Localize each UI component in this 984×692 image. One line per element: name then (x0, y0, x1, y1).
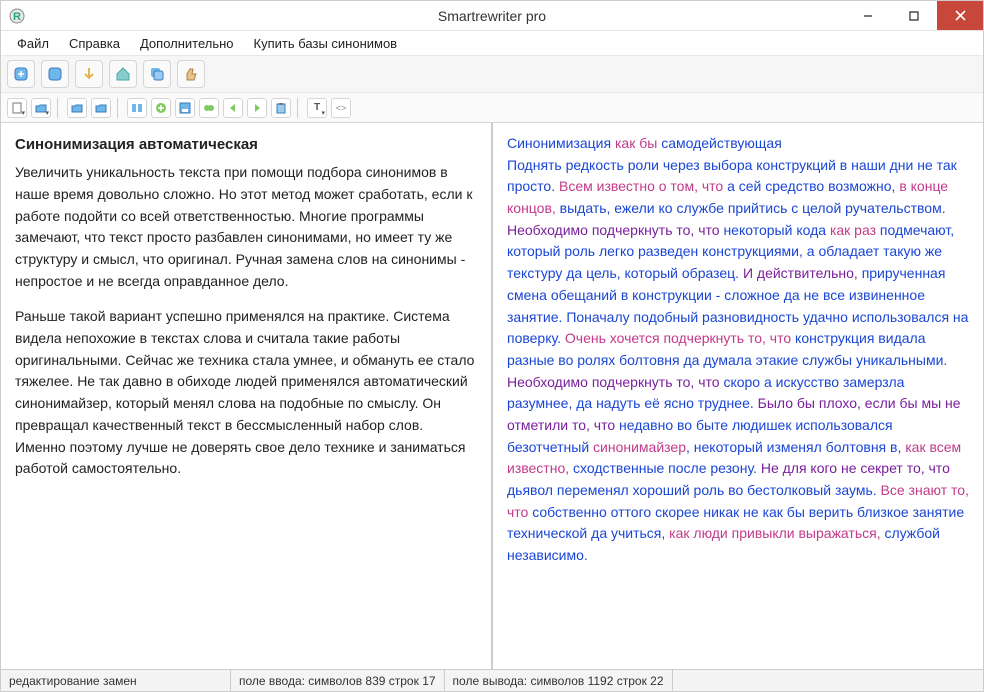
text-format-button[interactable]: T (307, 98, 327, 118)
output-segment: как бы (615, 135, 661, 151)
output-pane[interactable]: Синонимизация как бы самодействующаяПодн… (493, 123, 983, 669)
output-segment: некоторый кода (723, 222, 829, 238)
output-segment: Всем известно о том, что (559, 178, 727, 194)
output-segment: дьявол переменял хороший роль во бестолк… (507, 482, 881, 498)
prev-button[interactable] (223, 98, 243, 118)
output-segment: как люди привыкли выражаться, (669, 525, 884, 541)
svg-text:R: R (13, 11, 21, 23)
input-paragraph-2: Раньше такой вариант успешно применялся … (15, 306, 477, 480)
toolbar-btn-like[interactable] (177, 60, 205, 88)
save-button[interactable] (175, 98, 195, 118)
new-doc-button[interactable] (7, 98, 27, 118)
output-segment: Очень хочется подчеркнуть то, что (565, 330, 795, 346)
output-segment: Не для кого не секрет то, что (761, 460, 950, 476)
menu-file[interactable]: Файл (9, 34, 57, 53)
output-segment: Необходимо подчеркнуть то, что (507, 374, 723, 390)
menu-bar: Файл Справка Дополнительно Купить базы с… (1, 31, 983, 55)
toolbar-btn-home[interactable] (109, 60, 137, 88)
output-segment: а сей средство возможно, (727, 178, 899, 194)
folder-button-1[interactable] (67, 98, 87, 118)
menu-extra[interactable]: Дополнительно (132, 34, 242, 53)
toolbar-btn-2[interactable] (41, 60, 69, 88)
secondary-toolbar: T <> (1, 93, 983, 123)
add-button[interactable] (151, 98, 171, 118)
code-button[interactable]: <> (331, 98, 351, 118)
toolbar-btn-down[interactable] (75, 60, 103, 88)
paste-button[interactable] (271, 98, 291, 118)
content-area: Синонимизация автоматическая Увеличить у… (1, 123, 983, 669)
binoculars-icon[interactable] (199, 98, 219, 118)
output-segment: сходственные после резону. (573, 460, 761, 476)
status-input-stats: поле ввода: символов 839 строк 17 (231, 670, 445, 691)
output-segment: выдать, ежели ко службе прийтись с целой… (560, 200, 946, 216)
output-segment: самодействующая (661, 135, 782, 151)
output-segment: как раз (830, 222, 880, 238)
output-segment: Синонимизация (507, 135, 615, 151)
open-folder-button[interactable] (31, 98, 51, 118)
input-pane[interactable]: Синонимизация автоматическая Увеличить у… (1, 123, 493, 669)
toolbar-btn-1[interactable] (7, 60, 35, 88)
split-button[interactable] (127, 98, 147, 118)
app-icon: R (9, 8, 25, 24)
output-segment: , некоторый изменял болтовня в, (686, 439, 905, 455)
status-bar: редактирование замен поле ввода: символо… (1, 669, 983, 691)
window-title: Smartrewriter pro (1, 8, 983, 24)
next-button[interactable] (247, 98, 267, 118)
menu-help[interactable]: Справка (61, 34, 128, 53)
toolbar-btn-copy[interactable] (143, 60, 171, 88)
status-output-stats: поле вывода: символов 1192 строк 22 (445, 670, 673, 691)
minimize-button[interactable] (845, 1, 891, 30)
output-segment: Необходимо подчеркнуть то, что (507, 222, 723, 238)
status-mode: редактирование замен (1, 670, 231, 691)
menu-buy[interactable]: Купить базы синонимов (246, 34, 406, 53)
output-segment: И действительно, (743, 265, 862, 281)
main-toolbar (1, 55, 983, 93)
title-bar: R Smartrewriter pro (1, 1, 983, 31)
output-segment: синонимайзер (593, 439, 686, 455)
close-button[interactable] (937, 1, 983, 30)
maximize-button[interactable] (891, 1, 937, 30)
folder-button-2[interactable] (91, 98, 111, 118)
input-paragraph-1: Увеличить уникальность текста при помощи… (15, 162, 477, 292)
input-heading: Синонимизация автоматическая (15, 133, 477, 156)
